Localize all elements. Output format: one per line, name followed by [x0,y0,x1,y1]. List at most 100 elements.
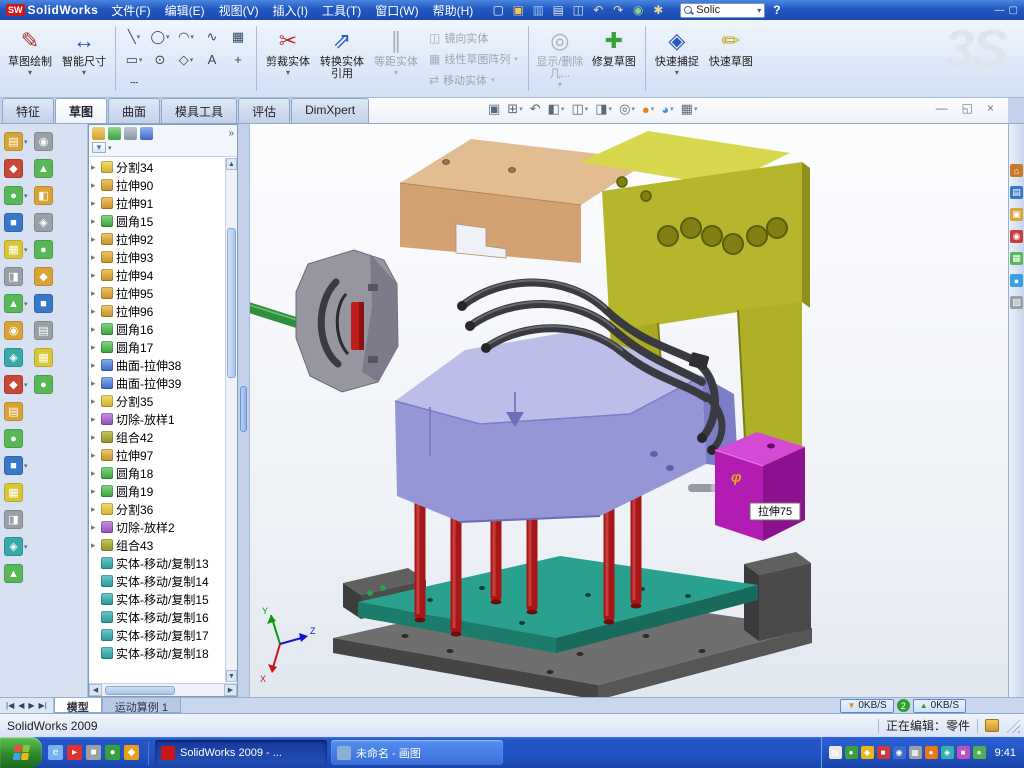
restore-document-icon[interactable]: ◱ [962,101,973,115]
chevron-down-icon[interactable]: ▾ [585,105,589,113]
doc-tab-2[interactable]: 运动算例 1 [102,698,181,713]
close-document-icon[interactable]: × [987,101,994,115]
left-tool-9[interactable]: ▦▾ [4,236,34,263]
tray-update-icon[interactable]: ◆ [861,746,874,759]
tab-评估[interactable]: 评估 [238,98,290,123]
left-tool-4[interactable]: ▲ [34,155,64,182]
polygon-tool[interactable]: ◇▾ [173,48,199,71]
tree-item-15[interactable]: ▸切除-放样1 [89,410,237,428]
tree-item-4[interactable]: ▸圆角15 [89,212,237,230]
chevron-down-icon[interactable]: ▾ [757,6,761,15]
tree-item-11[interactable]: ▸圆角17 [89,338,237,356]
menu-item-3[interactable]: 视图(V) [212,0,266,21]
appearances-icon[interactable]: ● [1010,274,1023,287]
expand-arrow-icon[interactable]: ▸ [91,414,101,425]
scroll-right-arrow-icon[interactable]: ▶ [224,684,237,696]
tree-item-27[interactable]: 实体-移动/复制17 [89,626,237,644]
section-view-button[interactable]: ◧▾ [548,101,565,117]
tray-messenger-icon[interactable]: ● [925,746,938,759]
chevron-down-icon[interactable]: ▾ [166,33,170,41]
tray-antivirus-icon[interactable]: ● [845,746,858,759]
tree-item-9[interactable]: ▸拉伸96 [89,302,237,320]
tab-草图[interactable]: 草图 [55,98,107,123]
move-entities-button[interactable]: ⇄移动实体▾ [426,71,521,89]
property-manager-tab-icon[interactable] [108,127,121,140]
expand-arrow-icon[interactable]: ▸ [91,270,101,281]
spline-tool[interactable]: ∿ [199,25,225,48]
view-palette-icon[interactable]: ▦ [1010,252,1023,265]
chevron-down-icon[interactable]: ▾ [24,138,28,146]
chevron-down-icon[interactable]: ▾ [558,80,562,89]
scrollbar-thumb[interactable] [227,228,236,378]
menu-item-5[interactable]: 工具(T) [315,0,368,21]
expand-arrow-icon[interactable]: ▸ [91,234,101,245]
tab-DimXpert[interactable]: DimXpert [291,98,369,123]
last-tab-icon[interactable]: ▶| [39,701,47,710]
left-tool-10[interactable]: ● [34,236,64,263]
quick-tips-icon[interactable] [985,719,999,732]
menu-item-6[interactable]: 窗口(W) [368,0,425,21]
tree-item-28[interactable]: 实体-移动/复制18 [89,644,237,662]
left-tool-19[interactable]: ◆▾ [4,371,34,398]
chevron-down-icon[interactable]: ▾ [651,105,655,113]
view-orientation-button[interactable]: ◫▾ [571,101,588,117]
next-tab-icon[interactable]: ▶ [28,701,34,710]
splitter-handle[interactable] [240,386,247,432]
tree-item-7[interactable]: ▸拉伸94 [89,266,237,284]
chevron-down-icon[interactable]: ▾ [108,144,112,152]
chevron-down-icon[interactable]: ▾ [24,192,28,200]
chevron-down-icon[interactable]: ▾ [82,68,86,77]
tree-item-3[interactable]: ▸拉伸91 [89,194,237,212]
resources-home-icon[interactable]: ⌂ [1010,164,1023,177]
expand-arrow-icon[interactable]: ▸ [91,180,101,191]
expand-arrow-icon[interactable]: ▸ [91,324,101,335]
smart-dimension-button[interactable]: ↔智能尺寸▾ [58,22,110,95]
expand-arrow-icon[interactable]: ▸ [91,504,101,515]
chevron-down-icon[interactable]: ▾ [519,105,523,113]
chevron-down-icon[interactable]: ▾ [670,105,674,113]
chevron-down-icon[interactable]: ▾ [190,56,194,64]
left-tool-5[interactable]: ●▾ [4,182,34,209]
left-tool-33[interactable]: ▲ [4,560,34,587]
left-tool-27[interactable]: ▦ [4,479,34,506]
print-preview-icon[interactable]: ◫ [570,2,586,18]
display-style-button[interactable]: ◨▾ [595,101,612,117]
tree-item-25[interactable]: 实体-移动/复制15 [89,590,237,608]
expand-arrow-icon[interactable]: ▸ [91,162,101,173]
rectangle-tool[interactable]: ▭▾ [121,48,147,71]
construction-line-tool[interactable]: ┄ [121,71,147,94]
expand-arrow-icon[interactable]: ▸ [91,198,101,209]
print-icon[interactable]: ▤ [550,2,566,18]
tab-模具工具[interactable]: 模具工具 [161,98,237,123]
apply-scene-button[interactable]: ◕▾ [661,102,673,117]
left-tool-16[interactable]: ▤ [34,317,64,344]
tab-特征[interactable]: 特征 [2,98,54,123]
left-tool-12[interactable]: ◆ [34,263,64,290]
scroll-down-arrow-icon[interactable]: ▼ [226,670,237,682]
task-button-2[interactable]: 未命名 - 画图 [331,740,503,765]
chevron-down-icon[interactable]: ▾ [514,55,518,63]
expand-arrow-icon[interactable]: ▸ [91,288,101,299]
chevron-down-icon[interactable]: ▾ [24,300,28,308]
display-delete-relations-button[interactable]: ◎显示/删除几...▾ [534,22,586,95]
tree-horizontal-scrollbar[interactable]: ◀ ▶ [89,683,237,696]
left-tool-25[interactable]: ■▾ [4,452,34,479]
tree-item-22[interactable]: ▸组合43 [89,536,237,554]
filter-funnel-icon[interactable]: ▼ [92,142,106,153]
gray-clamp-part[interactable] [296,250,398,392]
hide-show-items-button[interactable]: ◎▾ [619,101,635,117]
text-tool[interactable]: A [199,48,225,71]
quick-snaps-button[interactable]: ◈快速捕捉▾ [651,22,703,95]
tree-item-2[interactable]: ▸拉伸90 [89,176,237,194]
linear-sketch-pattern-button[interactable]: ▦线性草图阵列▾ [426,50,521,68]
tree-item-21[interactable]: ▸切除-放样2 [89,518,237,536]
previous-tab-icon[interactable]: ◀ [18,701,24,710]
chevron-down-icon[interactable]: ▾ [139,56,143,64]
panel-splitter[interactable] [238,124,250,697]
quick-launch-desktop-icon[interactable]: ■ [86,745,101,760]
first-tab-icon[interactable]: |◀ [6,701,14,710]
left-tool-8[interactable]: ◈ [34,209,64,236]
tree-item-26[interactable]: 实体-移动/复制16 [89,608,237,626]
rebuild-icon[interactable]: ◉ [630,2,646,18]
left-tool-18[interactable]: ▦ [34,344,64,371]
